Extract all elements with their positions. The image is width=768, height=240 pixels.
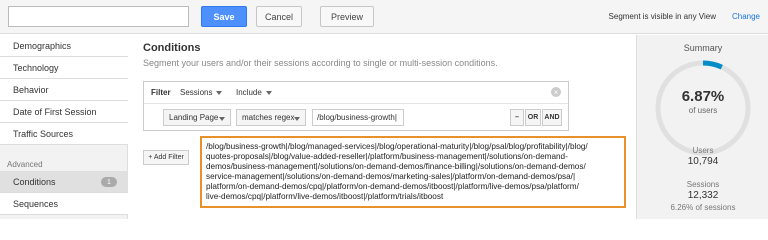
filter-value-input[interactable] — [312, 109, 404, 126]
operator-dropdown[interactable]: matches regex — [236, 109, 306, 126]
save-button[interactable]: Save — [201, 6, 247, 27]
filter-header-row: Filter Sessions Include × — [144, 82, 568, 104]
add-filter-button[interactable]: + Add Filter — [143, 150, 189, 165]
sidebar-item-label: Conditions — [13, 176, 56, 187]
users-label: Users — [692, 146, 714, 155]
sidebar-item-label: Sequences — [13, 198, 59, 209]
sidebar-item-demographics[interactable]: Demographics — [0, 35, 128, 57]
scope-dropdown[interactable]: Sessions — [180, 88, 223, 97]
scope-value: Sessions — [180, 88, 213, 97]
users-value: 10,794 — [687, 156, 719, 167]
chevron-down-icon — [216, 90, 223, 95]
sessions-note: 6.26% of sessions — [670, 203, 736, 212]
sidebar-item-date-of-first-session[interactable]: Date of First Session — [0, 101, 128, 123]
and-button[interactable]: AND — [542, 109, 562, 126]
change-visibility-link[interactable]: Change — [732, 12, 760, 21]
sidebar-item-behavior[interactable]: Behavior — [0, 79, 128, 101]
segment-name-input[interactable] — [8, 6, 189, 27]
regex-expression-box: /blog/business-growth|/blog/managed-serv… — [200, 136, 626, 208]
sidebar-item-technology[interactable]: Technology — [0, 57, 128, 79]
segment-sidebar: Demographics Technology Behavior Date of… — [0, 35, 128, 219]
sidebar-advanced-heading: Advanced — [7, 160, 43, 169]
mode-value: Include — [236, 88, 262, 97]
or-button[interactable]: OR — [525, 109, 541, 126]
conditions-count-badge: 1 — [101, 177, 117, 187]
regex-line: live-demos/cpq|/platform/live-demos/itbo… — [206, 192, 444, 201]
visibility-text: Segment is visible in any View — [608, 12, 716, 21]
operator-value: matches regex — [242, 113, 295, 122]
sidebar-item-conditions[interactable]: Conditions 1 — [0, 171, 128, 193]
sessions-label: Sessions — [686, 180, 720, 189]
preview-button[interactable]: Preview — [320, 6, 374, 27]
dimension-value: Landing Page — [169, 113, 219, 122]
sidebar-item-label: Behavior — [13, 84, 49, 95]
filter-label: Filter — [151, 88, 171, 97]
sidebar-item-label: Demographics — [13, 40, 72, 51]
chevron-down-icon — [219, 117, 225, 121]
regex-line: quotes-proposals|/blog/value-added-resel… — [206, 152, 568, 161]
regex-line: service-management|/solutions/on-demand-… — [206, 172, 576, 181]
page-title: Conditions — [143, 42, 201, 54]
chevron-down-icon — [294, 117, 300, 121]
summary-panel: Summary 6.87% of users Users 10,794 Sess… — [636, 35, 768, 219]
regex-line: platform/on-demand-demos/cpq|/platform/o… — [206, 182, 579, 191]
regex-line: /blog/business-growth|/blog/managed-serv… — [206, 142, 588, 151]
cancel-button[interactable]: Cancel — [256, 6, 302, 27]
users-percent: 6.87% — [681, 88, 725, 105]
sidebar-item-label: Date of First Session — [13, 106, 97, 117]
sidebar-item-traffic-sources[interactable]: Traffic Sources — [0, 123, 128, 145]
users-percent-label: of users — [688, 106, 718, 115]
sessions-value: 12,332 — [687, 190, 719, 201]
summary-title: Summary — [683, 43, 723, 53]
page-subtitle: Segment your users and/or their sessions… — [143, 58, 498, 68]
sidebar-item-sequences[interactable]: Sequences — [0, 193, 128, 215]
regex-line: demos/business-management|/solutions/on-… — [206, 162, 586, 171]
sidebar-item-label: Traffic Sources — [13, 128, 74, 139]
sidebar-item-label: Technology — [13, 62, 59, 73]
mode-dropdown[interactable]: Include — [236, 88, 272, 97]
chevron-down-icon — [265, 90, 272, 95]
dimension-dropdown[interactable]: Landing Page — [163, 109, 231, 126]
remove-condition-button[interactable]: – — [510, 109, 524, 126]
filter-card: Filter Sessions Include × Landing Page m… — [143, 81, 569, 131]
segment-toolbar: Save Cancel Preview Segment is visible i… — [0, 0, 768, 34]
close-icon[interactable]: × — [551, 87, 561, 97]
